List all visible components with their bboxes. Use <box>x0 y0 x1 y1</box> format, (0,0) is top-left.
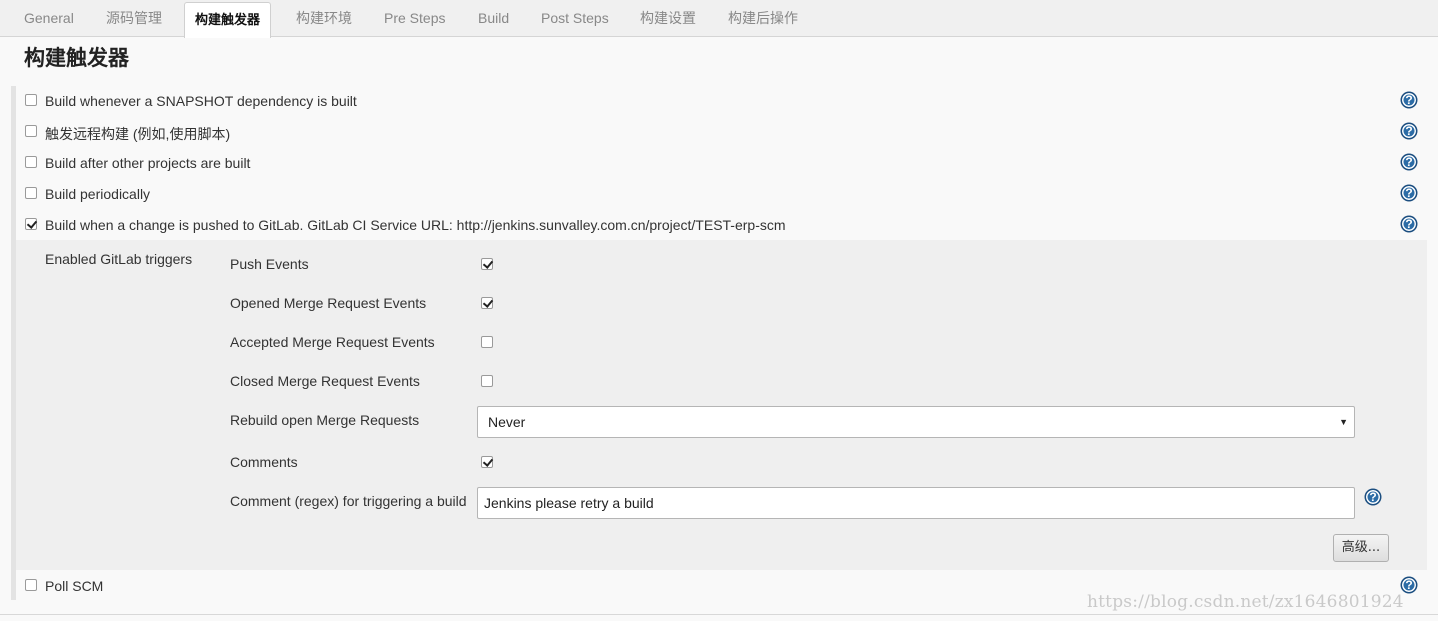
bottom-divider <box>0 614 1438 615</box>
help-icon[interactable]: ? <box>1401 92 1417 108</box>
help-icon[interactable]: ? <box>1401 577 1417 593</box>
rebuild-open-mr-selected-value: Never <box>488 414 526 430</box>
trigger-after-projects-label[interactable]: Build after other projects are built <box>45 155 250 171</box>
help-icon[interactable]: ? <box>1401 185 1417 201</box>
opened-mr-events-label: Opened Merge Request Events <box>230 295 427 311</box>
advanced-button[interactable]: 高级... <box>1333 534 1389 562</box>
tab-build[interactable]: Build <box>478 0 509 37</box>
help-icon[interactable]: ? <box>1401 216 1417 232</box>
comment-regex-input[interactable] <box>477 487 1355 519</box>
comment-regex-label: Comment (regex) for triggering a build <box>230 493 467 509</box>
accepted-mr-events-checkbox[interactable] <box>481 336 493 348</box>
trigger-remote-label[interactable]: 触发远程构建 (例如,使用脚本) <box>45 124 230 144</box>
rebuild-open-mr-label: Rebuild open Merge Requests <box>230 412 420 428</box>
opened-mr-events-checkbox[interactable] <box>481 297 493 309</box>
tab-pre-steps[interactable]: Pre Steps <box>384 0 445 37</box>
tab-post-build-actions[interactable]: 构建后操作 <box>728 0 798 37</box>
trigger-poll-scm-checkbox[interactable] <box>25 579 37 591</box>
trigger-snapshot-label[interactable]: Build whenever a SNAPSHOT dependency is … <box>45 93 357 109</box>
trigger-after-projects-checkbox[interactable] <box>25 156 37 168</box>
trigger-periodically-label[interactable]: Build periodically <box>45 186 150 202</box>
rebuild-open-mr-select[interactable]: Never ▼ <box>477 406 1355 438</box>
help-icon[interactable]: ? <box>1401 123 1417 139</box>
comments-label: Comments <box>230 454 298 470</box>
comments-checkbox[interactable] <box>481 456 493 468</box>
tab-build-settings[interactable]: 构建设置 <box>640 0 696 37</box>
help-icon[interactable]: ? <box>1401 154 1417 170</box>
tab-post-steps[interactable]: Post Steps <box>541 0 609 37</box>
trigger-gitlab-push-label[interactable]: Build when a change is pushed to GitLab.… <box>45 217 786 233</box>
tab-bar: General 源码管理 构建触发器 构建环境 Pre Steps Build … <box>0 0 1438 38</box>
tab-source-management[interactable]: 源码管理 <box>106 0 162 37</box>
trigger-snapshot-checkbox[interactable] <box>25 94 37 106</box>
gitlab-trigger-panel <box>16 240 1427 570</box>
trigger-poll-scm-label[interactable]: Poll SCM <box>45 578 103 594</box>
section-title: 构建触发器 <box>24 46 129 70</box>
watermark: https://blog.csdn.net/zx1646801924 <box>1087 592 1404 612</box>
gitlab-triggers-group-label: Enabled GitLab triggers <box>45 251 193 267</box>
tab-general[interactable]: General <box>24 0 74 37</box>
push-events-label: Push Events <box>230 256 309 272</box>
push-events-checkbox[interactable] <box>481 258 493 270</box>
closed-mr-events-label: Closed Merge Request Events <box>230 373 420 389</box>
chevron-down-icon: ▼ <box>1339 417 1348 427</box>
trigger-gitlab-push-checkbox[interactable] <box>25 218 37 230</box>
help-icon[interactable]: ? <box>1365 489 1381 505</box>
closed-mr-events-checkbox[interactable] <box>481 375 493 387</box>
trigger-remote-checkbox[interactable] <box>25 125 37 137</box>
tab-build-triggers[interactable]: 构建触发器 <box>184 2 272 38</box>
accepted-mr-events-label: Accepted Merge Request Events <box>230 334 435 350</box>
trigger-periodically-checkbox[interactable] <box>25 187 37 199</box>
tab-build-environment[interactable]: 构建环境 <box>296 0 352 37</box>
